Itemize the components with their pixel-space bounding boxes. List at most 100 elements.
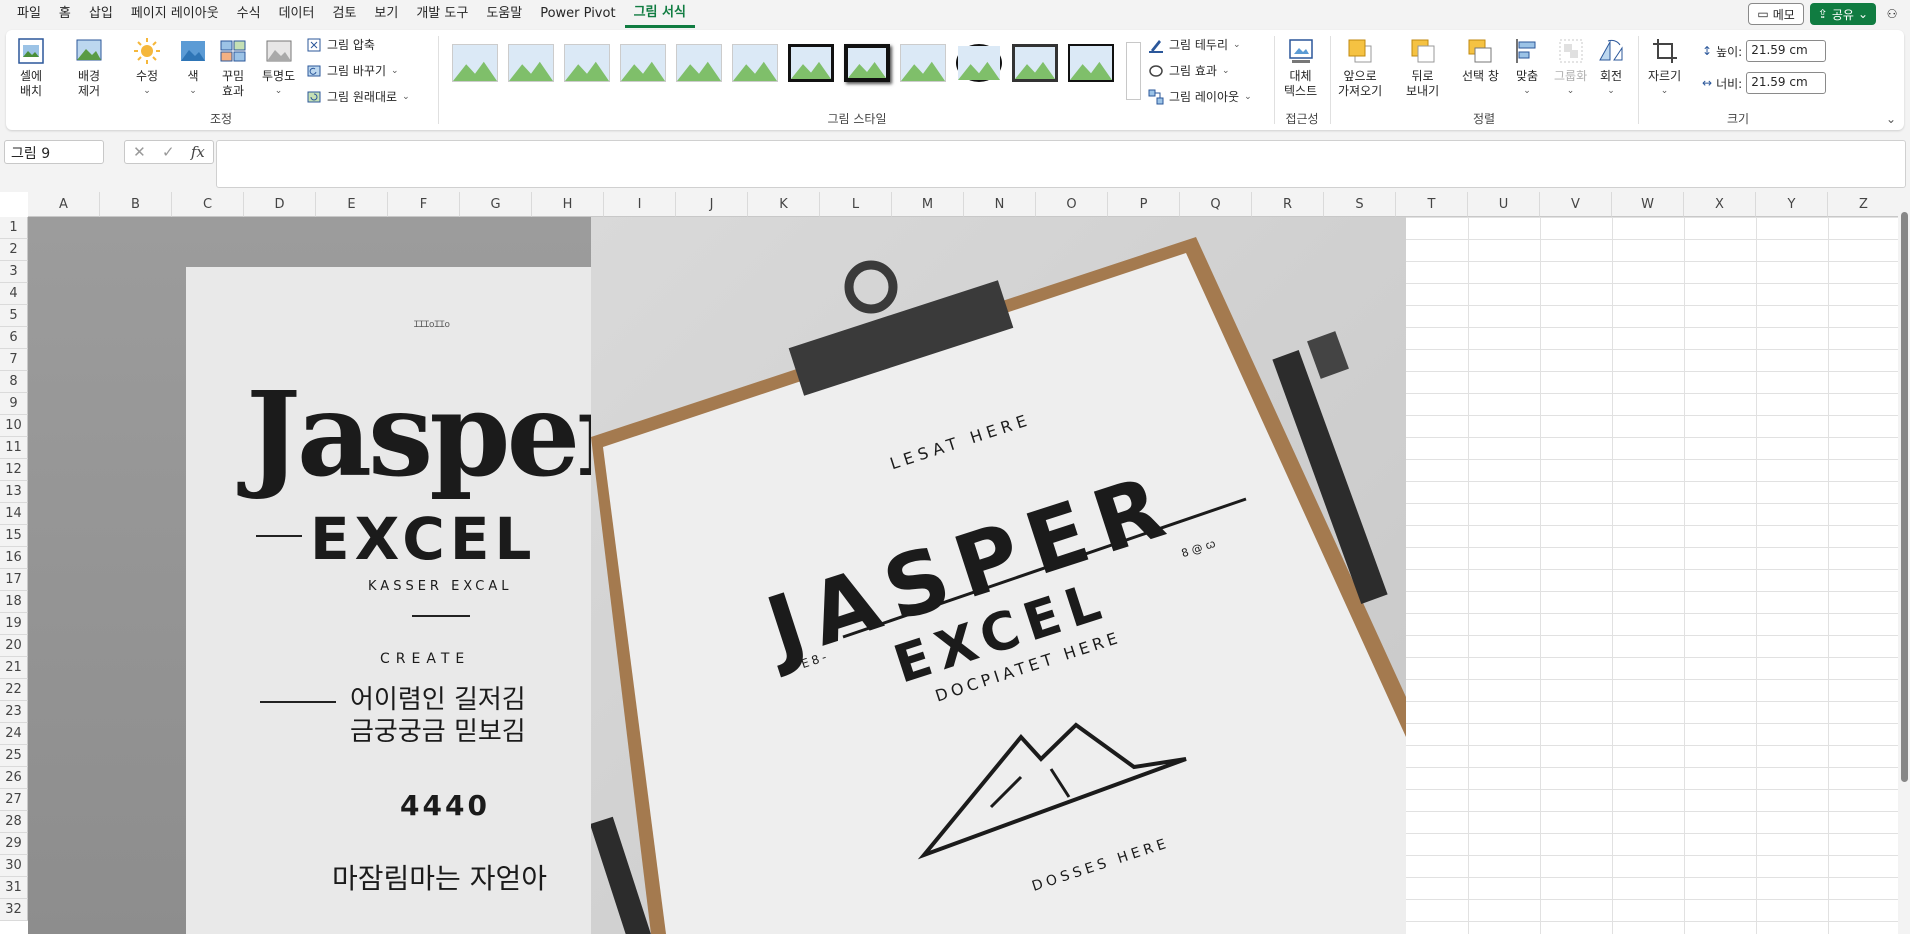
alt-text-button[interactable]: 대체 텍스트 (1284, 36, 1317, 99)
row-header[interactable]: 13 (0, 481, 28, 503)
column-header[interactable]: C (172, 192, 244, 217)
picture-layout-button[interactable]: 그림 레이아웃 ⌄ (1148, 88, 1252, 105)
menu-tab[interactable]: 데이터 (270, 0, 324, 28)
column-header[interactable]: L (820, 192, 892, 217)
row-header[interactable]: 17 (0, 569, 28, 591)
change-picture-button[interactable]: 그림 바꾸기 ⌄ (306, 62, 399, 79)
menu-tab[interactable]: Power Pivot (531, 0, 624, 28)
row-header[interactable]: 15 (0, 525, 28, 547)
picture-border-button[interactable]: 그림 테두리 ⌄ (1148, 36, 1241, 53)
column-header[interactable]: E (316, 192, 388, 217)
row-header[interactable]: 19 (0, 613, 28, 635)
account-icon[interactable]: ⚇ (1882, 7, 1902, 21)
height-input[interactable]: 21.59 cm (1746, 40, 1827, 62)
style-thumb[interactable] (1068, 44, 1114, 82)
style-thumb[interactable] (732, 44, 778, 82)
column-header[interactable]: B (100, 192, 172, 217)
row-header[interactable]: 32 (0, 899, 28, 921)
column-header[interactable]: P (1108, 192, 1180, 217)
row-header[interactable]: 10 (0, 415, 28, 437)
menu-tab[interactable]: 페이지 레이아웃 (122, 0, 228, 28)
row-header[interactable]: 18 (0, 591, 28, 613)
place-in-cell-button[interactable]: 셀에 배치 (16, 36, 46, 99)
remove-background-button[interactable]: 배경 제거 (74, 36, 104, 99)
style-thumb[interactable] (1012, 44, 1058, 82)
gallery-scroll[interactable] (1126, 42, 1141, 100)
row-header[interactable]: 9 (0, 393, 28, 415)
row-header[interactable]: 26 (0, 767, 28, 789)
rotate-button[interactable]: 회전 ⌄ (1596, 36, 1626, 99)
column-header[interactable]: H (532, 192, 604, 217)
align-button[interactable]: 맞춤 ⌄ (1512, 36, 1542, 99)
row-header[interactable]: 6 (0, 327, 28, 349)
column-header[interactable]: S (1324, 192, 1396, 217)
worksheet[interactable]: ABCDEFGHIJKLMNOPQRSTUVWXYZ 1 2 3 4 5 6 7 8 9 10 11… (0, 192, 1910, 934)
menu-tab[interactable]: 수식 (228, 0, 270, 28)
row-header[interactable]: 7 (0, 349, 28, 371)
row-header[interactable]: 14 (0, 503, 28, 525)
column-header[interactable]: I (604, 192, 676, 217)
row-header[interactable]: 3 (0, 261, 28, 283)
column-header[interactable]: A (28, 192, 100, 217)
send-backward-button[interactable]: 뒤로 보내기 (1406, 36, 1439, 99)
scroll-thumb[interactable] (1901, 212, 1908, 782)
comments-button[interactable]: ▭ 메모 (1748, 3, 1804, 25)
row-header[interactable]: 22 (0, 679, 28, 701)
transparency-button[interactable]: 투명도 ⌄ (262, 36, 295, 99)
picture-9[interactable]: ꞮꞮꞮ꧐ꞮꞮ꧐ Jasper EXCEL KASSER EXCAL CREATE… (28, 217, 1406, 934)
row-header[interactable]: 12 (0, 459, 28, 481)
menu-tab[interactable]: 파일 (8, 0, 50, 28)
collapse-ribbon-icon[interactable]: ⌄ (1886, 112, 1896, 126)
vertical-scrollbar[interactable] (1898, 192, 1910, 934)
column-header[interactable]: U (1468, 192, 1540, 217)
column-header[interactable]: M (892, 192, 964, 217)
artistic-effects-button[interactable]: 꾸밈 효과 (218, 36, 248, 99)
menu-tab[interactable]: 그림 서식 (624, 1, 695, 28)
row-header[interactable]: 5 (0, 305, 28, 327)
column-header[interactable]: O (1036, 192, 1108, 217)
row-header[interactable]: 21 (0, 657, 28, 679)
row-header[interactable]: 24 (0, 723, 28, 745)
menu-tab[interactable]: 홈 (50, 0, 80, 28)
row-header[interactable]: 16 (0, 547, 28, 569)
color-button[interactable]: 색 ⌄ (178, 36, 208, 99)
column-header[interactable]: Q (1180, 192, 1252, 217)
picture-effects-button[interactable]: 그림 효과 ⌄ (1148, 62, 1230, 79)
bring-forward-button[interactable]: 앞으로 가져오기 (1338, 36, 1382, 99)
reset-picture-button[interactable]: 그림 원래대로 ⌄ (306, 88, 410, 105)
share-button[interactable]: ⇪ 공유 ⌄ (1809, 3, 1876, 25)
row-header[interactable]: 2 (0, 239, 28, 261)
menu-tab[interactable]: 삽입 (80, 0, 122, 28)
column-header[interactable]: F (388, 192, 460, 217)
cancel-icon[interactable]: ✕ (133, 143, 146, 161)
width-input[interactable]: 21.59 cm (1746, 72, 1827, 94)
column-header[interactable]: W (1612, 192, 1684, 217)
corrections-button[interactable]: 수정 ⌄ (132, 36, 162, 99)
menu-tab[interactable]: 도움말 (477, 0, 531, 28)
menu-tab[interactable]: 보기 (365, 0, 407, 28)
style-thumb[interactable] (676, 44, 722, 82)
row-header[interactable]: 11 (0, 437, 28, 459)
name-box[interactable]: 그림 9 (4, 140, 104, 164)
row-header[interactable]: 27 (0, 789, 28, 811)
style-thumb[interactable] (508, 44, 554, 82)
fx-icon[interactable]: fx (191, 143, 205, 161)
column-header[interactable]: J (676, 192, 748, 217)
row-header[interactable]: 8 (0, 371, 28, 393)
selection-pane-button[interactable]: 선택 창 (1462, 36, 1499, 84)
column-header[interactable]: T (1396, 192, 1468, 217)
style-thumb[interactable] (844, 44, 890, 82)
column-header[interactable]: X (1684, 192, 1756, 217)
column-header[interactable]: R (1252, 192, 1324, 217)
enter-icon[interactable]: ✓ (162, 143, 175, 161)
row-header[interactable]: 4 (0, 283, 28, 305)
column-header[interactable]: K (748, 192, 820, 217)
row-header[interactable]: 25 (0, 745, 28, 767)
row-header[interactable]: 30 (0, 855, 28, 877)
column-header[interactable]: D (244, 192, 316, 217)
compress-pictures-button[interactable]: 그림 압축 (306, 36, 375, 53)
formula-input[interactable] (216, 140, 1906, 188)
row-header[interactable]: 23 (0, 701, 28, 723)
row-header[interactable]: 31 (0, 877, 28, 899)
crop-button[interactable]: 자르기 ⌄ (1648, 36, 1681, 99)
